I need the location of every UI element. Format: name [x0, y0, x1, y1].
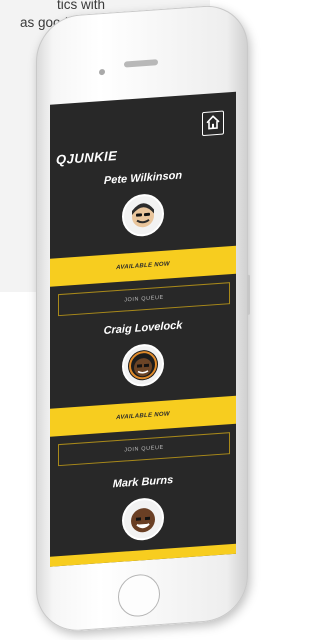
- avatar: [122, 342, 164, 388]
- person-name: Pete Wilkinson: [103, 169, 183, 187]
- home-icon: [206, 115, 220, 130]
- join-queue-button[interactable]: JOIN QUEUE: [58, 282, 230, 317]
- phone-mockup: QJUNKIE Pete Wilkinson AVAILABLE NOW JOI…: [36, 0, 256, 640]
- available-now-button[interactable]: AVAILABLE NOW: [50, 395, 236, 437]
- app-screen: QJUNKIE Pete Wilkinson AVAILABLE NOW JOI…: [50, 91, 236, 567]
- avatar-illustration: [131, 508, 155, 533]
- home-button[interactable]: [202, 110, 224, 137]
- person-name: Mark Burns: [112, 474, 174, 491]
- app-logo: QJUNKIE: [56, 148, 118, 168]
- join-queue-button[interactable]: JOIN QUEUE: [58, 432, 230, 467]
- avatar: [122, 496, 164, 542]
- available-now-button[interactable]: AVAILABLE NOW: [50, 245, 236, 287]
- phone-side-button: [247, 274, 250, 315]
- avatar-illustration: [128, 350, 158, 381]
- avatar: [122, 192, 164, 238]
- avatar-illustration: [132, 203, 154, 228]
- person-name: Craig Lovelock: [103, 319, 183, 337]
